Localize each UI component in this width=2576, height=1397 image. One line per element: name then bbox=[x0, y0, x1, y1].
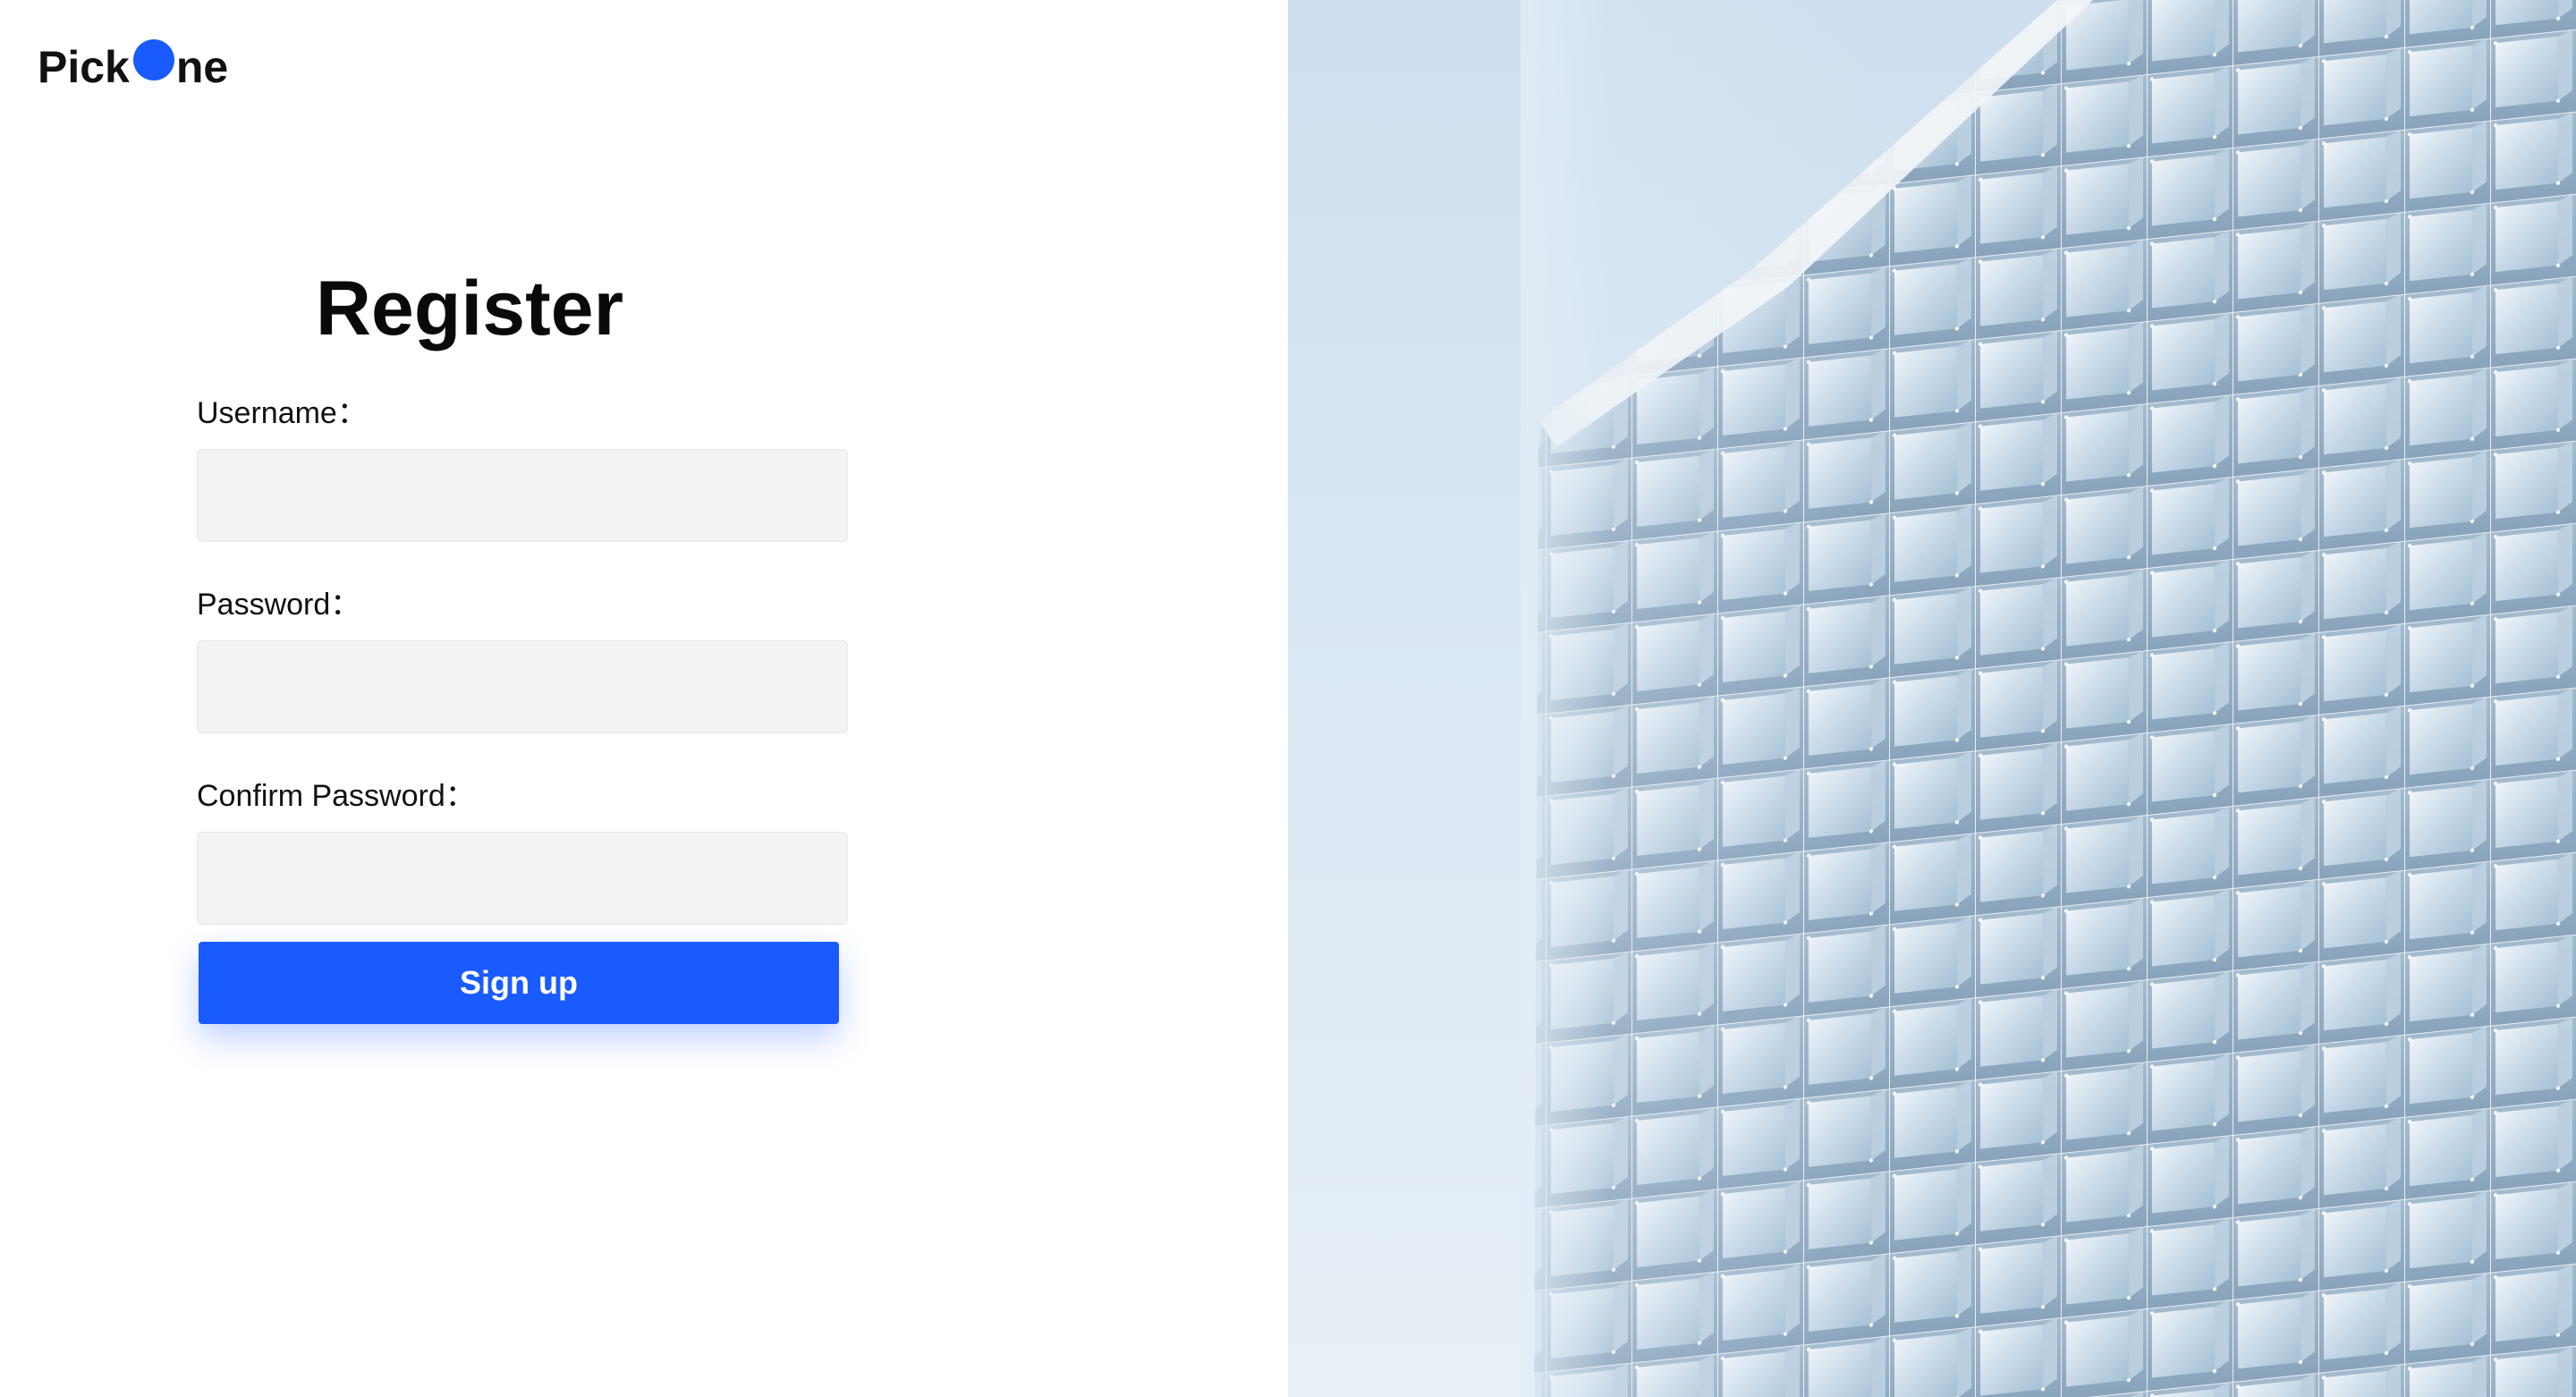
logo-dot-icon bbox=[132, 39, 174, 80]
password-label: Password： bbox=[197, 588, 361, 622]
logo-text-end: ne bbox=[175, 42, 229, 92]
hero-image bbox=[1288, 0, 2576, 1397]
page-title: Register bbox=[315, 266, 624, 351]
register-form: Username： Password： Confirm Password： bbox=[197, 386, 850, 961]
username-label: Username： bbox=[197, 396, 368, 430]
sign-up-button[interactable]: Sign up bbox=[199, 942, 839, 1024]
username-field[interactable] bbox=[197, 449, 848, 542]
logo[interactable]: Pick ne bbox=[38, 36, 228, 98]
building-facade-illustration bbox=[1288, 0, 2576, 1397]
logo-text-start: Pick bbox=[38, 42, 130, 92]
confirm-password-field[interactable] bbox=[197, 832, 848, 925]
register-panel: Pick ne Register Username： Password： Conf… bbox=[0, 0, 1288, 1397]
register-page: Pick ne Register Username： Password： Conf… bbox=[0, 0, 2576, 1397]
password-field[interactable] bbox=[197, 640, 848, 733]
confirm-password-label: Confirm Password： bbox=[197, 779, 476, 813]
